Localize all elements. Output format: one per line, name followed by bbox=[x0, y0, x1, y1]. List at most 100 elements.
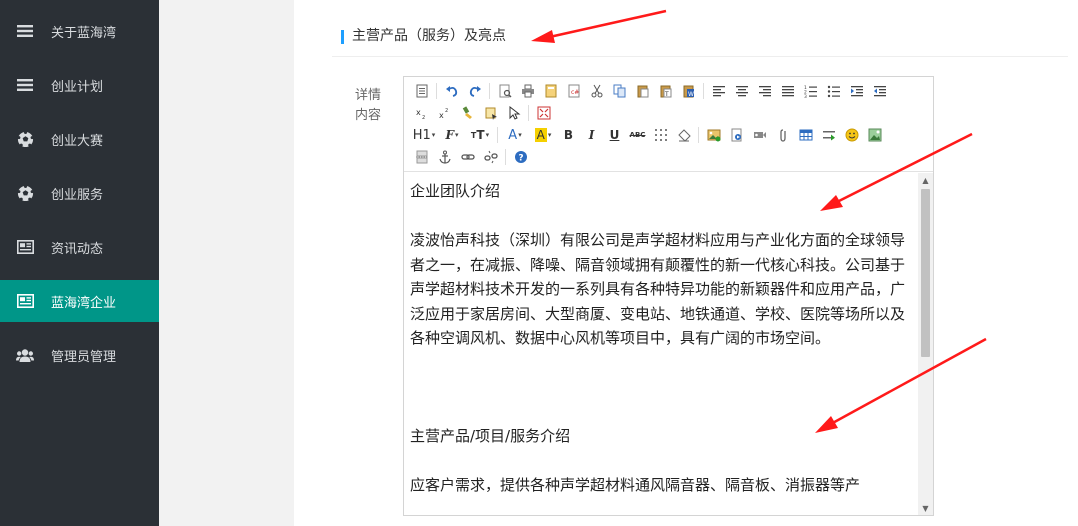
toolbar-row: H1 ▾ F ▾ T T ▾ A ▾ A ▾ B I U ABC bbox=[410, 124, 886, 146]
highlight-color-dropdown[interactable]: A ▾ bbox=[529, 125, 557, 145]
content-paragraph: 主营产品/项目/服务介绍 bbox=[410, 427, 571, 445]
field-label-line: 详情 bbox=[354, 88, 381, 103]
toolbar-row: ? bbox=[410, 146, 532, 168]
field-label-line: 内容 bbox=[354, 108, 381, 123]
redo-button[interactable] bbox=[463, 81, 486, 101]
sidebar-item-services[interactable]: 创业服务 bbox=[0, 172, 159, 214]
form-card: 主营产品（服务）及亮点 详情 内容 c# T W 1 2 3 x 2 x 2 H… bbox=[294, 0, 1078, 526]
help-icon[interactable]: ? bbox=[509, 147, 532, 167]
sidebar-item-label: 管理员管理 bbox=[51, 349, 117, 365]
emoji-icon[interactable] bbox=[840, 125, 863, 145]
editor-scrollbar[interactable]: ▲ ▼ bbox=[918, 173, 933, 515]
sidebar-item-about[interactable]: 关于蓝海湾 bbox=[0, 10, 159, 52]
sidebar-item-label: 蓝海湾企业 bbox=[51, 295, 117, 311]
svg-text:x: x bbox=[439, 111, 444, 120]
undo-button[interactable] bbox=[440, 81, 463, 101]
indent-icon[interactable] bbox=[845, 81, 868, 101]
editor-content[interactable]: 企业团队介绍 凌波怡声科技（深圳）有限公司是声学超材料应用与产业化方面的全球领导… bbox=[404, 173, 918, 515]
preview-icon[interactable] bbox=[493, 81, 516, 101]
toolbar-row: c# T W 123 bbox=[410, 80, 891, 102]
sidebar-item-admins[interactable]: 管理员管理 bbox=[0, 334, 159, 376]
attachment-icon[interactable] bbox=[771, 125, 794, 145]
sidebar-item-companies[interactable]: 蓝海湾企业 bbox=[0, 280, 159, 322]
sidebar-item-news[interactable]: 资讯动态 bbox=[0, 226, 159, 268]
toolbar-separator bbox=[436, 83, 437, 99]
toolbar-row: x2 x2 bbox=[410, 102, 555, 124]
paste-word-icon[interactable]: W bbox=[677, 81, 700, 101]
svg-text:2: 2 bbox=[422, 115, 425, 120]
newspaper-icon bbox=[16, 238, 34, 256]
table-grid-icon[interactable] bbox=[649, 125, 672, 145]
sidebar-item-label: 资讯动态 bbox=[51, 241, 104, 257]
content-paragraph: 企业团队介绍 bbox=[410, 182, 501, 200]
toolbar-separator bbox=[703, 83, 704, 99]
svg-text:2: 2 bbox=[445, 108, 448, 114]
unlink-icon[interactable] bbox=[479, 147, 502, 167]
section-divider bbox=[332, 56, 1068, 57]
bold-button[interactable]: B bbox=[557, 125, 580, 145]
fullscreen-icon[interactable] bbox=[532, 103, 555, 123]
link-icon[interactable] bbox=[456, 147, 479, 167]
content-paragraph: 凌波怡声科技（深圳）有限公司是声学超材料应用与产业化方面的全球领导者之一，在减振… bbox=[410, 231, 906, 347]
template-icon[interactable] bbox=[539, 81, 562, 101]
font-size-dropdown[interactable]: T T ▾ bbox=[466, 125, 494, 145]
strikethrough-button[interactable]: ABC bbox=[626, 125, 649, 145]
align-left-icon[interactable] bbox=[707, 81, 730, 101]
toolbar-separator bbox=[505, 149, 506, 165]
superscript-icon[interactable]: x2 bbox=[433, 103, 456, 123]
font-color-dropdown[interactable]: A ▾ bbox=[501, 125, 529, 145]
field-label: 详情 内容 bbox=[350, 86, 386, 126]
anchor-icon[interactable] bbox=[433, 147, 456, 167]
align-center-icon[interactable] bbox=[730, 81, 753, 101]
format-painter-icon[interactable] bbox=[456, 103, 479, 123]
italic-button[interactable]: I bbox=[580, 125, 603, 145]
horizontal-rule-icon[interactable] bbox=[817, 125, 840, 145]
bullet-list-icon[interactable] bbox=[822, 81, 845, 101]
underline-button[interactable]: U bbox=[603, 125, 626, 145]
align-right-icon[interactable] bbox=[753, 81, 776, 101]
print-icon[interactable] bbox=[516, 81, 539, 101]
font-family-dropdown[interactable]: F ▾ bbox=[438, 125, 466, 145]
sidebar-item-label: 创业服务 bbox=[51, 187, 104, 203]
menu-lines-icon bbox=[16, 22, 34, 40]
subscript-icon[interactable]: x2 bbox=[410, 103, 433, 123]
cursor-icon[interactable] bbox=[502, 103, 525, 123]
paste-text-icon[interactable]: T bbox=[654, 81, 677, 101]
insert-media-icon[interactable] bbox=[748, 125, 771, 145]
soccer-ball-icon bbox=[16, 184, 34, 202]
svg-text:x: x bbox=[416, 108, 421, 117]
toolbar-separator bbox=[489, 83, 490, 99]
eraser-icon[interactable] bbox=[672, 125, 695, 145]
insert-table-icon[interactable] bbox=[794, 125, 817, 145]
scroll-down-arrow-icon[interactable]: ▼ bbox=[918, 501, 933, 515]
ordered-list-icon[interactable]: 123 bbox=[799, 81, 822, 101]
paste-icon[interactable] bbox=[631, 81, 654, 101]
source-code-button[interactable] bbox=[410, 81, 433, 101]
scrollbar-thumb[interactable] bbox=[921, 189, 930, 357]
scroll-up-arrow-icon[interactable]: ▲ bbox=[918, 173, 933, 187]
outdent-icon[interactable] bbox=[868, 81, 891, 101]
main-panel: 主营产品（服务）及亮点 详情 内容 c# T W 1 2 3 x 2 x 2 H… bbox=[280, 0, 1078, 526]
insert-video-icon[interactable] bbox=[725, 125, 748, 145]
cut-icon[interactable] bbox=[585, 81, 608, 101]
sidebar-item-label: 创业计划 bbox=[51, 79, 104, 95]
toolbar-separator bbox=[698, 127, 699, 143]
sidebar-item-plan[interactable]: 创业计划 bbox=[0, 64, 159, 106]
rich-text-editor[interactable]: c# T W 123 x 2 x 2 H1 ▾ F ▾ T T ▾ A ▾ A … bbox=[403, 76, 934, 516]
sidebar-item-contest[interactable]: 创业大赛 bbox=[0, 118, 159, 160]
image-gallery-icon[interactable] bbox=[863, 125, 886, 145]
section-accent-bar bbox=[341, 30, 344, 44]
heading-dropdown[interactable]: H1 ▾ bbox=[410, 125, 438, 145]
code-icon[interactable]: c# bbox=[562, 81, 585, 101]
svg-text:3: 3 bbox=[804, 94, 807, 98]
content-gutter bbox=[159, 0, 280, 526]
page-break-icon[interactable] bbox=[410, 147, 433, 167]
copy-icon[interactable] bbox=[608, 81, 631, 101]
insert-image-icon[interactable] bbox=[702, 125, 725, 145]
align-justify-icon[interactable] bbox=[776, 81, 799, 101]
select-all-icon[interactable] bbox=[479, 103, 502, 123]
